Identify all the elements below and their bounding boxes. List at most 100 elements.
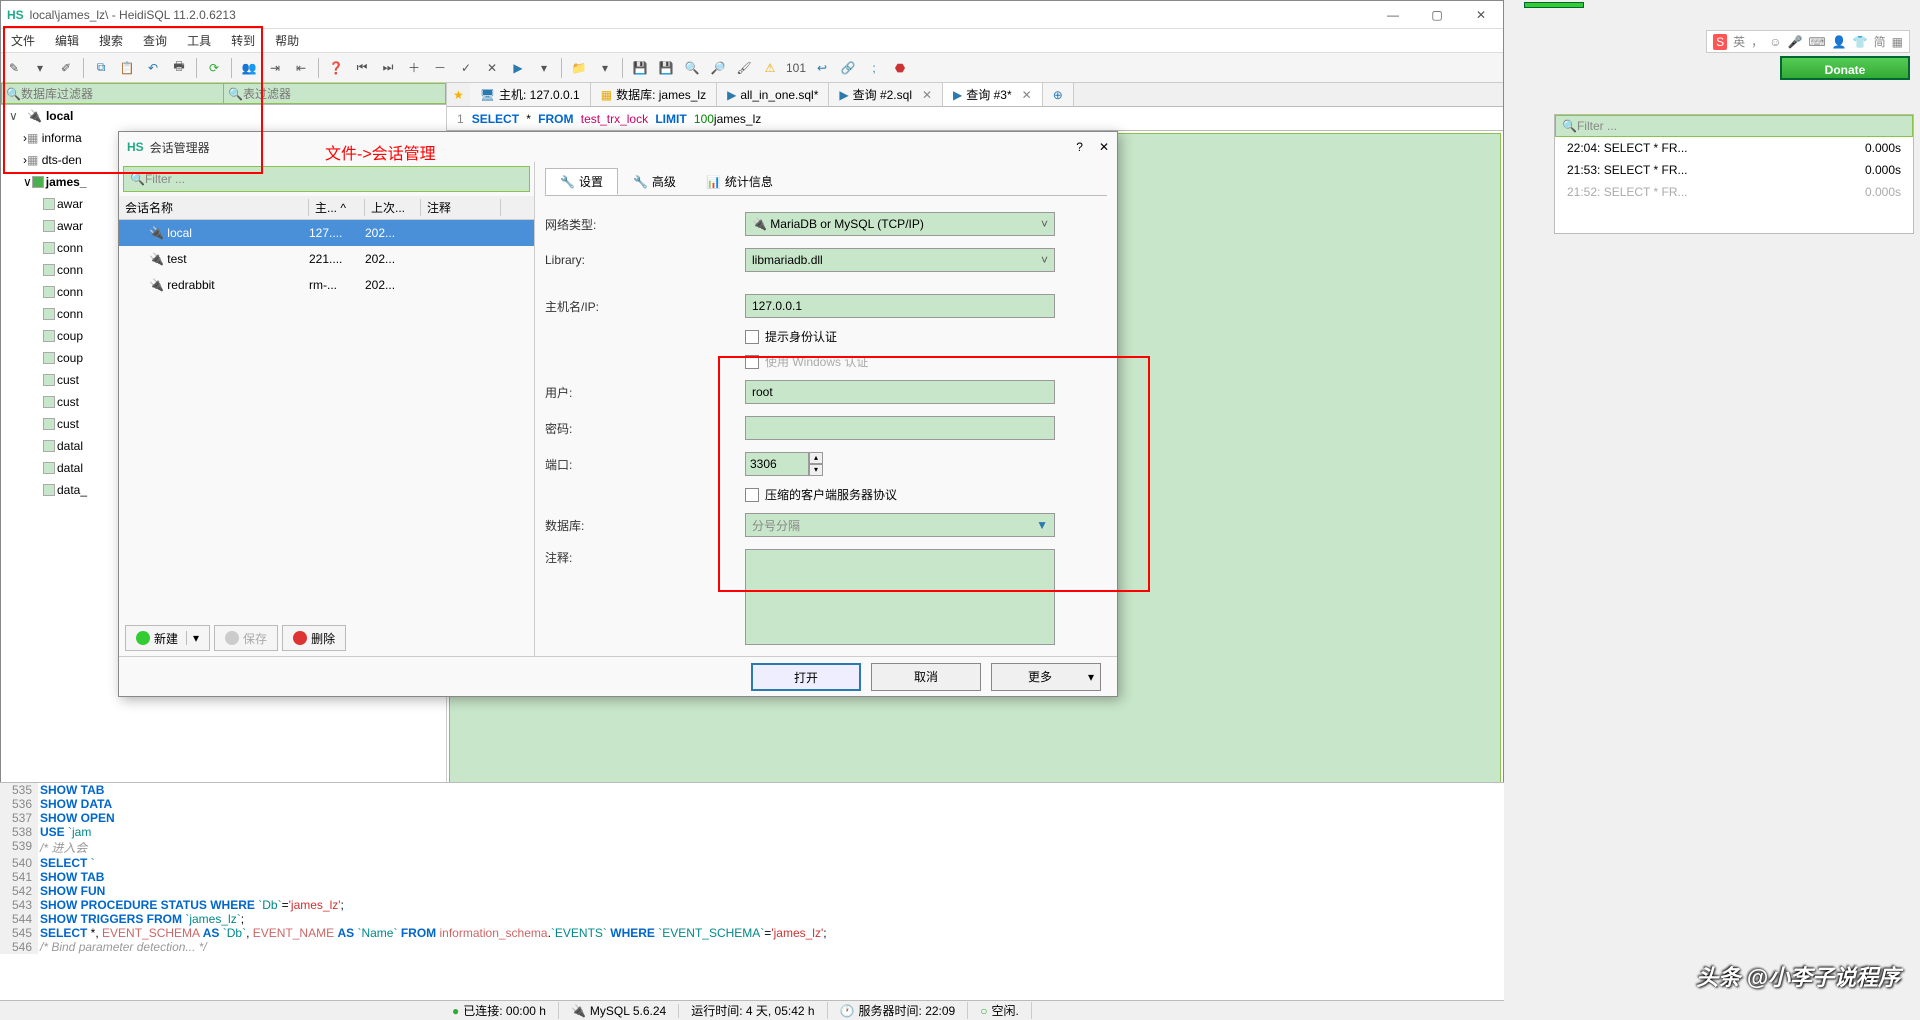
first-icon[interactable]: ⏮ (350, 56, 374, 80)
spin-up-icon[interactable]: ▴ (809, 452, 823, 464)
more-button[interactable]: 更多▾ (991, 663, 1101, 691)
host-input[interactable] (745, 294, 1055, 318)
stop-icon[interactable]: ⬣ (888, 56, 912, 80)
check-icon[interactable]: ✓ (454, 56, 478, 80)
menu-query[interactable]: 查询 (133, 32, 177, 49)
menu-help[interactable]: 帮助 (265, 32, 309, 49)
tab-new[interactable]: ⊕ (1043, 83, 1074, 107)
folder-icon[interactable]: 📁 (567, 56, 591, 80)
session-row[interactable]: 🔌 redrabbitrm-...202... (119, 272, 534, 298)
minimize-button[interactable]: — (1371, 1, 1415, 29)
col-note[interactable]: 注释 (421, 199, 501, 216)
mic-icon[interactable]: 🎤 (1787, 35, 1802, 49)
menu-tools[interactable]: 工具 (177, 32, 221, 49)
tab-query[interactable]: ▶查询 #2.sql✕ (829, 83, 943, 107)
library-select[interactable]: libmariadb.dll˅ (745, 248, 1055, 272)
x-icon[interactable]: ✕ (480, 56, 504, 80)
ime-kan[interactable]: 简 (1874, 33, 1886, 50)
db-filter[interactable]: 🔍 数据库过滤器 (1, 83, 223, 104)
port-input[interactable] (745, 452, 809, 476)
close-button[interactable]: ✕ (1459, 1, 1503, 29)
brush-icon[interactable]: 🖌 (732, 56, 756, 80)
binary-icon[interactable]: 101 (784, 56, 808, 80)
history-filter[interactable]: 🔍 Filter ... (1555, 115, 1913, 137)
ime-lang[interactable]: 英 (1733, 33, 1745, 50)
menu-goto[interactable]: 转到 (221, 32, 265, 49)
note-textarea[interactable] (745, 549, 1055, 645)
password-input[interactable] (745, 416, 1055, 440)
dropdown-icon[interactable]: ▾ (593, 56, 617, 80)
keyboard-icon[interactable]: ⌨ (1808, 35, 1825, 49)
find-icon[interactable]: 🔎 (706, 56, 730, 80)
import-icon[interactable]: ⇤ (289, 56, 313, 80)
export-icon[interactable]: ⇥ (263, 56, 287, 80)
close-icon[interactable]: ✕ (1099, 140, 1109, 154)
query-log[interactable]: 535SHOW TAB 536SHOW DATA 537SHOW OPEN 53… (0, 782, 1504, 1000)
menu-search[interactable]: 搜索 (89, 32, 133, 49)
sql-editor[interactable]: 1 SELECT * FROM test_trx_lock LIMIT 100 … (447, 107, 1503, 131)
new-button[interactable]: 新建▾ (125, 625, 210, 651)
session-filter[interactable]: 🔍 Filter ... (123, 166, 530, 192)
port-spinner[interactable]: ▴▾ (745, 452, 1107, 476)
open-button[interactable]: 打开 (751, 663, 861, 691)
history-row[interactable]: 21:52: SELECT * FR...0.000s (1555, 181, 1913, 203)
close-icon[interactable]: ✕ (922, 88, 932, 102)
dbs-select[interactable]: 分号分隔▼ (745, 513, 1055, 537)
save-button[interactable]: 保存 (214, 625, 278, 651)
pencil-icon[interactable]: ✐ (54, 56, 78, 80)
spin-down-icon[interactable]: ▾ (809, 464, 823, 476)
tab-database[interactable]: ▦数据库: james_lz (591, 83, 717, 107)
users-icon[interactable]: 👥 (237, 56, 261, 80)
play-icon[interactable]: ▶ (506, 56, 530, 80)
tab-query[interactable]: ▶查询 #3*✕ (943, 83, 1043, 107)
save-icon[interactable]: 💾 (628, 56, 652, 80)
delete-button[interactable]: 删除 (282, 625, 346, 651)
session-grid[interactable]: 🔌 local127....202... 🔌 test221....202...… (119, 220, 534, 620)
user-input[interactable] (745, 380, 1055, 404)
copy-icon[interactable]: ⧉ (89, 56, 113, 80)
semi-icon[interactable]: ; (862, 56, 886, 80)
help-icon[interactable]: ? (1076, 140, 1083, 154)
tree-root[interactable]: ∨🔌local (1, 105, 446, 127)
menu-edit[interactable]: 编辑 (45, 32, 89, 49)
grid-icon[interactable]: ▦ (1892, 35, 1903, 49)
close-icon[interactable]: ✕ (1022, 88, 1032, 102)
minus-icon[interactable]: － (428, 56, 452, 80)
shirt-icon[interactable]: 👕 (1853, 35, 1868, 49)
tab-statistics[interactable]: 📊统计信息 (691, 168, 788, 195)
menu-file[interactable]: 文件 (1, 32, 45, 49)
ime-bar[interactable]: S 英， ☺ 🎤 ⌨ 👤 👕 简 ▦ (1706, 30, 1910, 53)
col-name[interactable]: 会话名称 (119, 199, 309, 216)
plus-icon[interactable]: ＋ (402, 56, 426, 80)
last-icon[interactable]: ⏭ (376, 56, 400, 80)
tab-advanced[interactable]: 🔧高级 (618, 168, 691, 195)
saveall-icon[interactable]: 💾 (654, 56, 678, 80)
user-icon[interactable]: 👤 (1832, 35, 1847, 49)
winauth-checkbox[interactable] (745, 355, 759, 369)
star-icon[interactable]: ★ (453, 88, 464, 102)
col-last[interactable]: 上次... (365, 199, 421, 216)
session-row[interactable]: 🔌 local127....202... (119, 220, 534, 246)
session-row[interactable]: 🔌 test221....202... (119, 246, 534, 272)
cancel-button[interactable]: 取消 (871, 663, 981, 691)
zoom-icon[interactable]: 🔍 (680, 56, 704, 80)
dropdown-icon[interactable]: ▾ (28, 56, 52, 80)
nettype-select[interactable]: 🔌 MariaDB or MySQL (TCP/IP)˅ (745, 212, 1055, 236)
warn-icon[interactable]: ⚠ (758, 56, 782, 80)
refresh-icon[interactable]: ⟳ (202, 56, 226, 80)
tab-settings[interactable]: 🔧设置 (545, 168, 618, 195)
compress-checkbox[interactable] (745, 488, 759, 502)
wand-icon[interactable]: ✎ (2, 56, 26, 80)
donate-button[interactable]: Donate (1780, 56, 1910, 80)
tab-query[interactable]: ▶all_in_one.sql* (717, 83, 829, 107)
col-host[interactable]: 主... ^ (309, 199, 365, 216)
smile-icon[interactable]: ☺ (1769, 35, 1781, 49)
undo-icon[interactable]: ↶ (141, 56, 165, 80)
dropdown-icon[interactable]: ▾ (532, 56, 556, 80)
cred-checkbox[interactable] (745, 330, 759, 344)
history-row[interactable]: 21:53: SELECT * FR...0.000s (1555, 159, 1913, 181)
paste-icon[interactable]: 📋 (115, 56, 139, 80)
tab-host[interactable]: 🖥主机: 127.0.0.1 (470, 83, 591, 107)
help-icon[interactable]: ❓ (324, 56, 348, 80)
maximize-button[interactable]: ▢ (1415, 1, 1459, 29)
